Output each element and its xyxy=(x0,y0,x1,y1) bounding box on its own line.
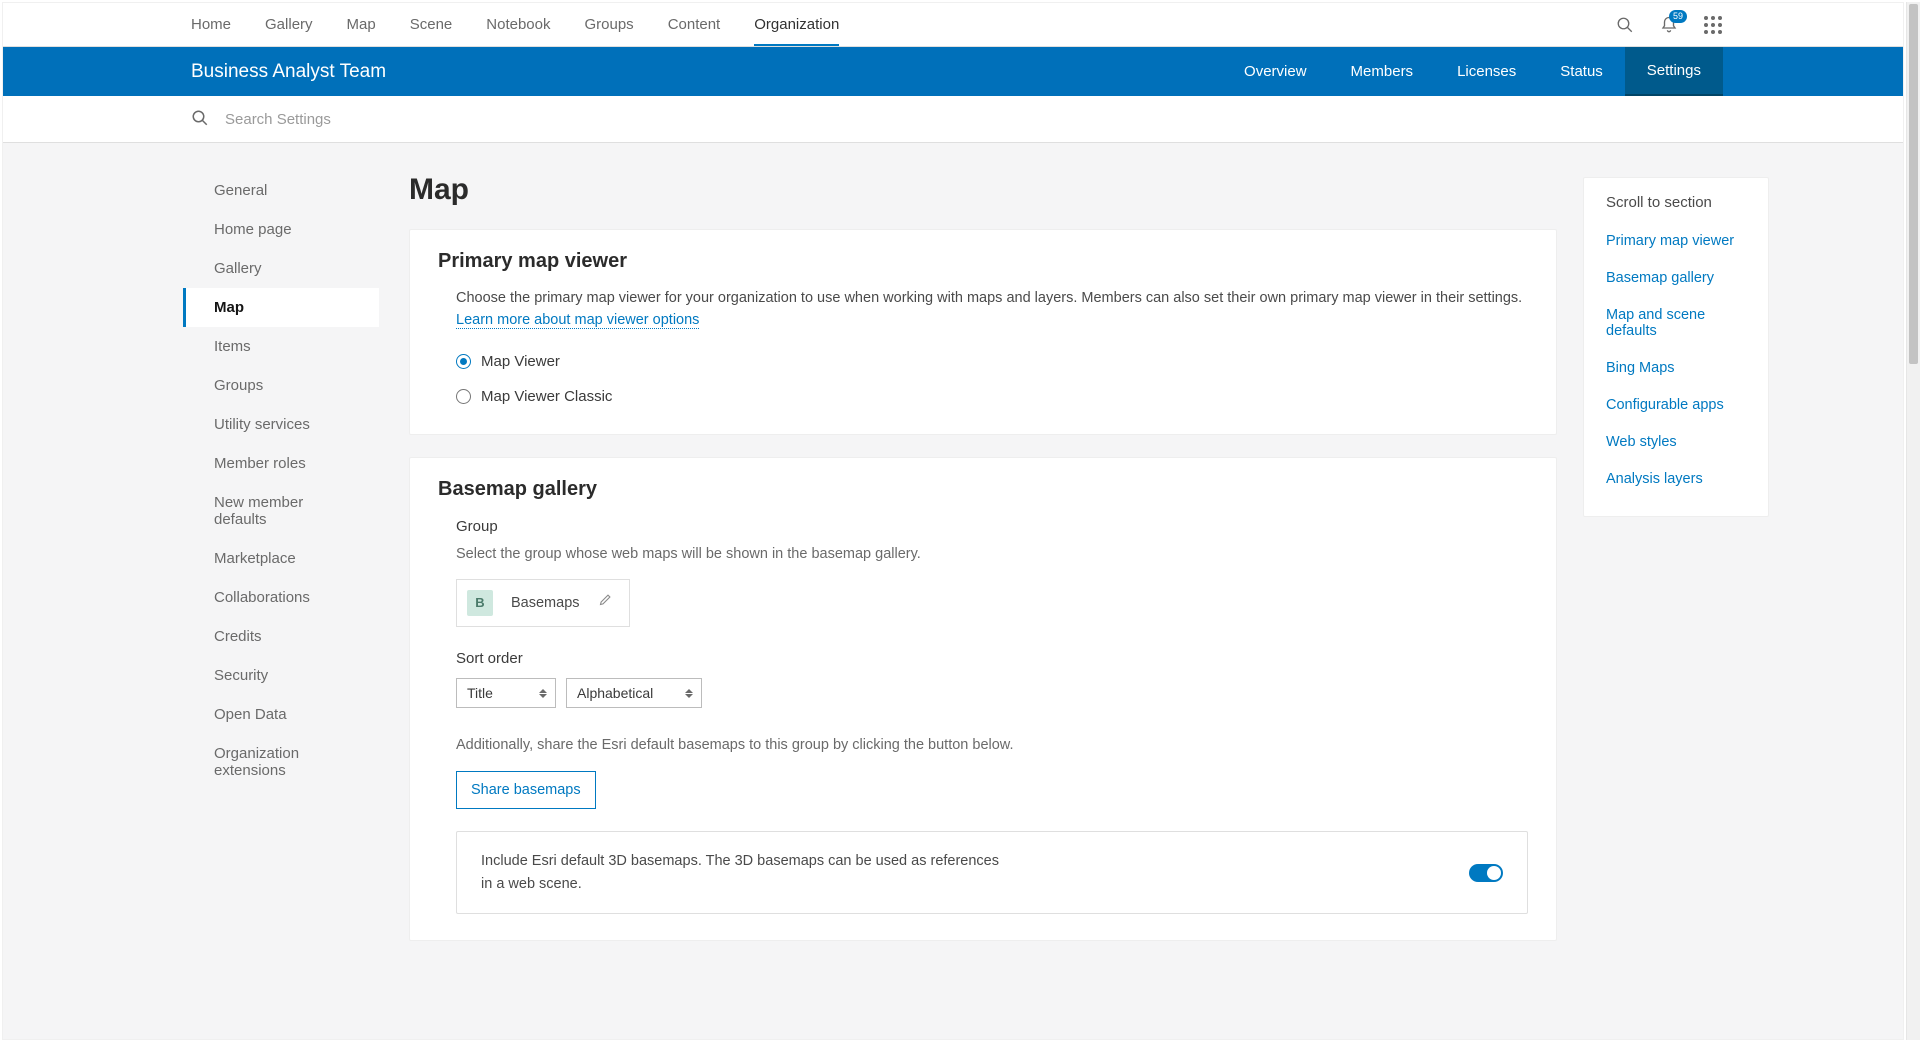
settings-sidebar: General Home page Gallery Map Items Grou… xyxy=(3,171,383,1039)
scrollbar-track[interactable] xyxy=(1906,2,1920,1040)
org-tab-members[interactable]: Members xyxy=(1329,47,1436,96)
toc-list: Primary map viewer Basemap gallery Map a… xyxy=(1606,223,1746,498)
radio-row-map-viewer[interactable]: Map Viewer xyxy=(456,350,1528,373)
sidebar-item-general[interactable]: General xyxy=(183,171,379,210)
org-tab-licenses[interactable]: Licenses xyxy=(1435,47,1538,96)
group-chip-name: Basemaps xyxy=(511,592,580,614)
nav-home[interactable]: Home xyxy=(191,4,231,46)
toc-item-configurable-apps[interactable]: Configurable apps xyxy=(1606,387,1724,424)
section-title-basemap-gallery: Basemap gallery xyxy=(438,478,1528,501)
top-nav-items: Home Gallery Map Scene Notebook Groups C… xyxy=(191,4,839,46)
group-chip[interactable]: B Basemaps xyxy=(456,579,630,627)
sidebar-item-groups[interactable]: Groups xyxy=(183,366,379,405)
section-body-primary-map-viewer: Choose the primary map viewer for your o… xyxy=(438,287,1528,408)
org-tabs: Overview Members Licenses Status Setting… xyxy=(1222,47,1723,96)
sort-field-value: Title xyxy=(467,683,493,705)
search-icon xyxy=(191,109,223,130)
share-basemaps-help: Additionally, share the Esri default bas… xyxy=(456,734,1528,756)
learn-more-link[interactable]: Learn more about map viewer options xyxy=(456,312,699,329)
toc: Scroll to section Primary map viewer Bas… xyxy=(1583,177,1769,517)
sort-order-selects: Title Alphabetical xyxy=(456,678,1528,708)
sort-direction-select[interactable]: Alphabetical xyxy=(566,678,702,708)
sidebar-item-items[interactable]: Items xyxy=(183,327,379,366)
nav-groups[interactable]: Groups xyxy=(584,4,633,46)
sidebar-item-open-data[interactable]: Open Data xyxy=(183,695,379,734)
chevron-updown-icon xyxy=(685,689,693,698)
group-field-help: Select the group whose web maps will be … xyxy=(456,543,1528,565)
radio-map-viewer[interactable] xyxy=(456,354,471,369)
toc-wrap: Scroll to section Primary map viewer Bas… xyxy=(1583,171,1883,1039)
sidebar-item-utility[interactable]: Utility services xyxy=(183,405,379,444)
sort-direction-value: Alphabetical xyxy=(577,683,653,705)
sidebar-item-security[interactable]: Security xyxy=(183,656,379,695)
sidebar-item-gallery[interactable]: Gallery xyxy=(183,249,379,288)
toc-item-primary-map-viewer[interactable]: Primary map viewer xyxy=(1606,223,1734,260)
radio-map-viewer-classic[interactable] xyxy=(456,389,471,404)
sort-order-label: Sort order xyxy=(456,647,1528,670)
toc-item-web-styles[interactable]: Web styles xyxy=(1606,424,1677,461)
nav-content[interactable]: Content xyxy=(668,4,721,46)
primary-viewer-desc: Choose the primary map viewer for your o… xyxy=(456,290,1522,306)
org-bar: Business Analyst Team Overview Members L… xyxy=(3,47,1903,96)
settings-search-input[interactable] xyxy=(223,110,623,129)
nav-map[interactable]: Map xyxy=(347,4,376,46)
org-tab-settings[interactable]: Settings xyxy=(1625,47,1723,96)
include-3d-toggle-row: Include Esri default 3D basemaps. The 3D… xyxy=(456,831,1528,914)
org-title: Business Analyst Team xyxy=(191,61,386,83)
toc-item-bing-maps[interactable]: Bing Maps xyxy=(1606,350,1675,387)
nav-notebook[interactable]: Notebook xyxy=(486,4,550,46)
org-tab-overview[interactable]: Overview xyxy=(1222,47,1329,96)
include-3d-toggle[interactable] xyxy=(1469,864,1503,882)
group-field-label: Group xyxy=(456,515,1528,538)
toc-item-basemap-gallery[interactable]: Basemap gallery xyxy=(1606,260,1714,297)
sidebar-item-org-extensions[interactable]: Organization extensions xyxy=(183,734,379,790)
org-tab-status[interactable]: Status xyxy=(1538,47,1625,96)
nav-organization[interactable]: Organization xyxy=(754,4,839,46)
page-title: Map xyxy=(409,173,1557,207)
notifications-icon[interactable]: 59 xyxy=(1659,15,1679,35)
sort-field-select[interactable]: Title xyxy=(456,678,556,708)
sidebar-item-map[interactable]: Map xyxy=(183,288,379,327)
radio-row-map-viewer-classic[interactable]: Map Viewer Classic xyxy=(456,385,1528,408)
section-basemap-gallery: Basemap gallery Group Select the group w… xyxy=(409,457,1557,941)
settings-search-row xyxy=(3,96,1903,143)
toc-item-analysis-layers[interactable]: Analysis layers xyxy=(1606,461,1703,498)
search-icon[interactable] xyxy=(1615,15,1635,35)
toc-item-map-scene-defaults[interactable]: Map and scene defaults xyxy=(1606,297,1746,350)
toc-title: Scroll to section xyxy=(1606,194,1746,211)
app-launcher-icon[interactable] xyxy=(1703,15,1723,35)
sidebar-item-member-roles[interactable]: Member roles xyxy=(183,444,379,483)
include-3d-label: Include Esri default 3D basemaps. The 3D… xyxy=(481,850,1001,895)
share-basemaps-button[interactable]: Share basemaps xyxy=(456,771,596,809)
sidebar-item-collaborations[interactable]: Collaborations xyxy=(183,578,379,617)
nav-scene[interactable]: Scene xyxy=(410,4,453,46)
sidebar-item-credits[interactable]: Credits xyxy=(183,617,379,656)
radio-label-map-viewer-classic: Map Viewer Classic xyxy=(481,385,612,408)
top-nav-actions: 59 xyxy=(1615,15,1723,35)
group-avatar: B xyxy=(467,590,493,616)
top-nav: Home Gallery Map Scene Notebook Groups C… xyxy=(3,3,1903,47)
section-primary-map-viewer: Primary map viewer Choose the primary ma… xyxy=(409,229,1557,435)
section-title-primary-map-viewer: Primary map viewer xyxy=(438,250,1528,273)
sidebar-item-home-page[interactable]: Home page xyxy=(183,210,379,249)
sidebar-item-new-member[interactable]: New member defaults xyxy=(183,483,379,539)
edit-icon[interactable] xyxy=(598,592,613,614)
settings-main: Map Primary map viewer Choose the primar… xyxy=(383,171,1583,1039)
scrollbar-thumb[interactable] xyxy=(1909,4,1918,364)
settings-body: General Home page Gallery Map Items Grou… xyxy=(3,143,1903,1039)
sidebar-item-marketplace[interactable]: Marketplace xyxy=(183,539,379,578)
nav-gallery[interactable]: Gallery xyxy=(265,4,313,46)
section-body-basemap-gallery: Group Select the group whose web maps wi… xyxy=(438,515,1528,914)
notification-count-badge: 59 xyxy=(1669,10,1687,23)
radio-label-map-viewer: Map Viewer xyxy=(481,350,560,373)
chevron-updown-icon xyxy=(539,689,547,698)
